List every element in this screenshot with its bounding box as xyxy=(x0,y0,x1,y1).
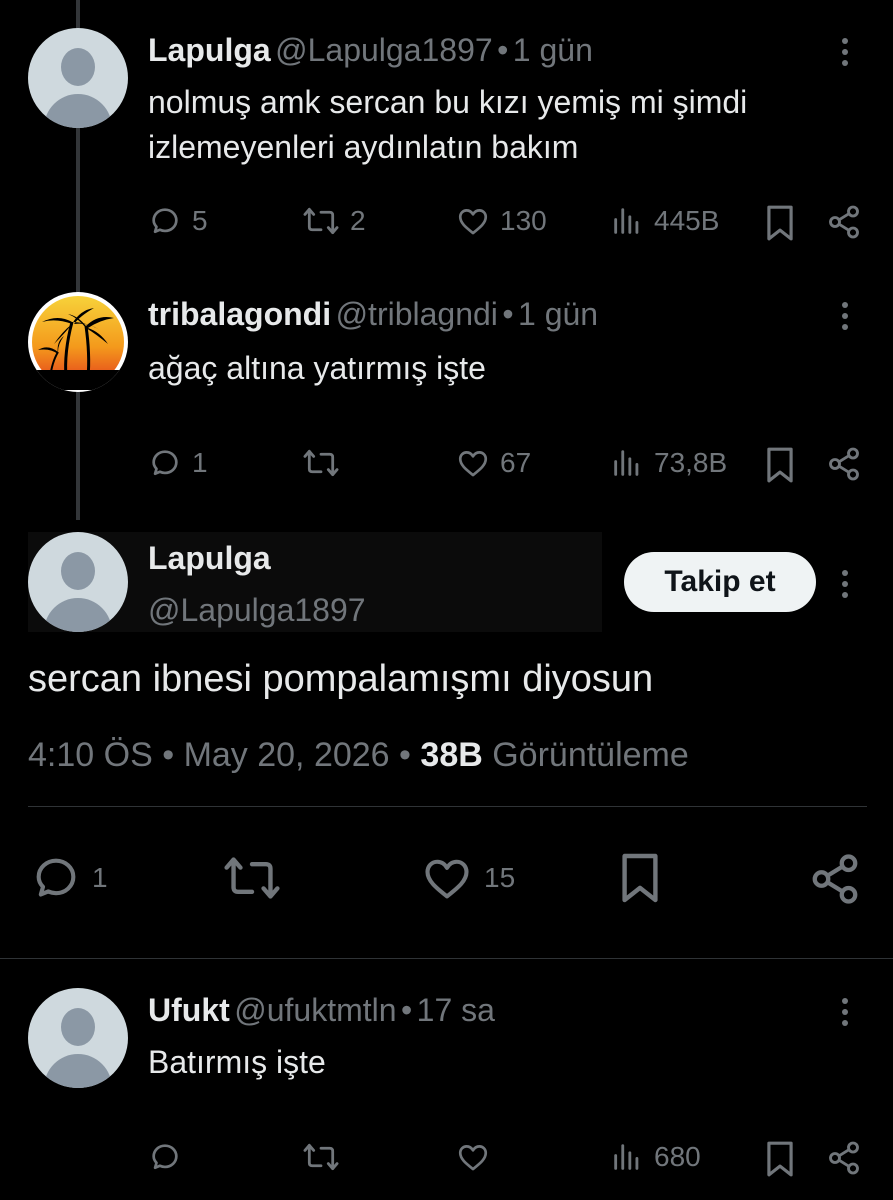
author-handle[interactable]: @Lapulga1897 xyxy=(275,32,493,68)
more-options-icon[interactable] xyxy=(842,998,850,1031)
timestamp[interactable]: 17 sa xyxy=(417,992,495,1028)
views-button[interactable]: 73,8B xyxy=(610,446,727,480)
repost-button[interactable]: 2 xyxy=(302,204,366,238)
author-name[interactable]: Lapulga xyxy=(148,32,271,68)
tweet-meta: 4:10 ÖS • May 20, 2026 • 38B Görüntüleme xyxy=(28,736,689,775)
reply-count: 5 xyxy=(192,205,208,236)
views-button[interactable]: 445B xyxy=(610,204,719,238)
tweet-text: ağaç altına yatırmış işte xyxy=(148,350,486,386)
repost-button[interactable] xyxy=(222,852,282,904)
views-count: 73,8B xyxy=(654,447,728,478)
author-handle[interactable]: @ufuktmtln xyxy=(234,992,396,1028)
timestamp[interactable]: 1 gün xyxy=(518,296,598,332)
more-options-icon[interactable] xyxy=(842,570,850,603)
reply-button[interactable]: 1 xyxy=(30,852,108,904)
share-button[interactable] xyxy=(826,1140,862,1176)
bookmark-button[interactable] xyxy=(618,850,662,906)
like-button[interactable]: 67 xyxy=(456,446,531,480)
reply-button[interactable] xyxy=(148,1140,182,1174)
repost-icon xyxy=(303,1143,339,1171)
tweet-text: sercan ibnesi pompalamışmı diyosun xyxy=(28,658,654,700)
separator: • xyxy=(399,736,411,774)
palm-tree-avatar-image xyxy=(32,296,124,390)
bookmark-button[interactable] xyxy=(764,1140,796,1178)
views-button[interactable]: 680 xyxy=(610,1140,701,1174)
views-count: 680 xyxy=(654,1141,701,1172)
timestamp[interactable]: 1 gün xyxy=(513,32,593,68)
avatar[interactable] xyxy=(28,28,128,128)
bookmark-icon xyxy=(767,447,793,483)
separator: • xyxy=(162,736,175,774)
like-button[interactable]: 15 xyxy=(420,852,515,904)
views-label: Görüntüleme xyxy=(492,736,689,774)
heart-icon xyxy=(458,1145,488,1171)
heart-icon xyxy=(458,209,488,235)
reply-button[interactable]: 1 xyxy=(148,446,208,480)
reply-count: 1 xyxy=(92,862,108,893)
reply-icon xyxy=(152,1144,178,1170)
reply-icon xyxy=(36,858,76,897)
analytics-icon xyxy=(614,208,639,234)
like-count: 67 xyxy=(500,447,532,478)
follow-button[interactable]: Takip et xyxy=(624,552,816,612)
bookmark-icon xyxy=(767,205,793,241)
separator: • xyxy=(502,296,514,332)
reply-icon xyxy=(152,450,178,476)
more-options-icon[interactable] xyxy=(842,302,850,335)
author-name[interactable]: Ufukt xyxy=(148,992,230,1028)
share-icon xyxy=(829,205,859,239)
analytics-icon xyxy=(614,1144,639,1170)
tweet-date[interactable]: May 20, 2026 xyxy=(184,736,390,774)
bookmark-icon xyxy=(622,853,658,903)
author-name[interactable]: Lapulga xyxy=(148,540,271,577)
author-handle[interactable]: @triblagndi xyxy=(336,296,498,332)
views-count: 445B xyxy=(654,205,720,236)
author-name[interactable]: tribalagondi xyxy=(148,296,331,332)
like-button[interactable]: 130 xyxy=(456,204,547,238)
repost-icon xyxy=(303,449,339,477)
divider xyxy=(28,806,867,807)
repost-button[interactable] xyxy=(302,1140,340,1174)
share-button[interactable] xyxy=(826,204,862,240)
like-button[interactable] xyxy=(456,1140,490,1174)
avatar[interactable] xyxy=(28,292,128,392)
heart-icon xyxy=(458,451,488,477)
bookmark-icon xyxy=(767,1141,793,1177)
separator: • xyxy=(400,992,413,1028)
share-icon xyxy=(829,1141,859,1175)
bookmark-button[interactable] xyxy=(764,446,796,484)
repost-icon xyxy=(303,207,339,235)
reply-icon xyxy=(152,208,178,234)
analytics-icon xyxy=(614,450,639,476)
repost-count: 2 xyxy=(350,205,366,236)
author-handle[interactable]: @Lapulga1897 xyxy=(148,592,366,629)
avatar[interactable] xyxy=(28,532,128,632)
tweet-text: nolmuş amk sercan bu kızı yemiş mi şimdi… xyxy=(148,84,748,165)
views-count: 38B xyxy=(420,736,483,774)
repost-icon xyxy=(224,857,280,899)
divider xyxy=(0,958,893,959)
reply-button[interactable]: 5 xyxy=(148,204,208,238)
like-count: 15 xyxy=(484,862,516,893)
tweet-time[interactable]: 4:10 ÖS xyxy=(28,736,153,774)
bookmark-button[interactable] xyxy=(764,204,796,242)
like-count: 130 xyxy=(500,205,547,236)
share-button[interactable] xyxy=(808,852,862,906)
heart-icon xyxy=(425,859,469,899)
more-options-icon[interactable] xyxy=(842,38,850,71)
share-icon xyxy=(829,447,859,481)
share-icon xyxy=(812,854,858,904)
reply-count: 1 xyxy=(192,447,208,478)
separator: • xyxy=(497,32,509,68)
repost-button[interactable] xyxy=(302,446,340,480)
share-button[interactable] xyxy=(826,446,862,482)
avatar[interactable] xyxy=(28,988,128,1088)
tweet-text: Batırmış işte xyxy=(148,1044,326,1080)
